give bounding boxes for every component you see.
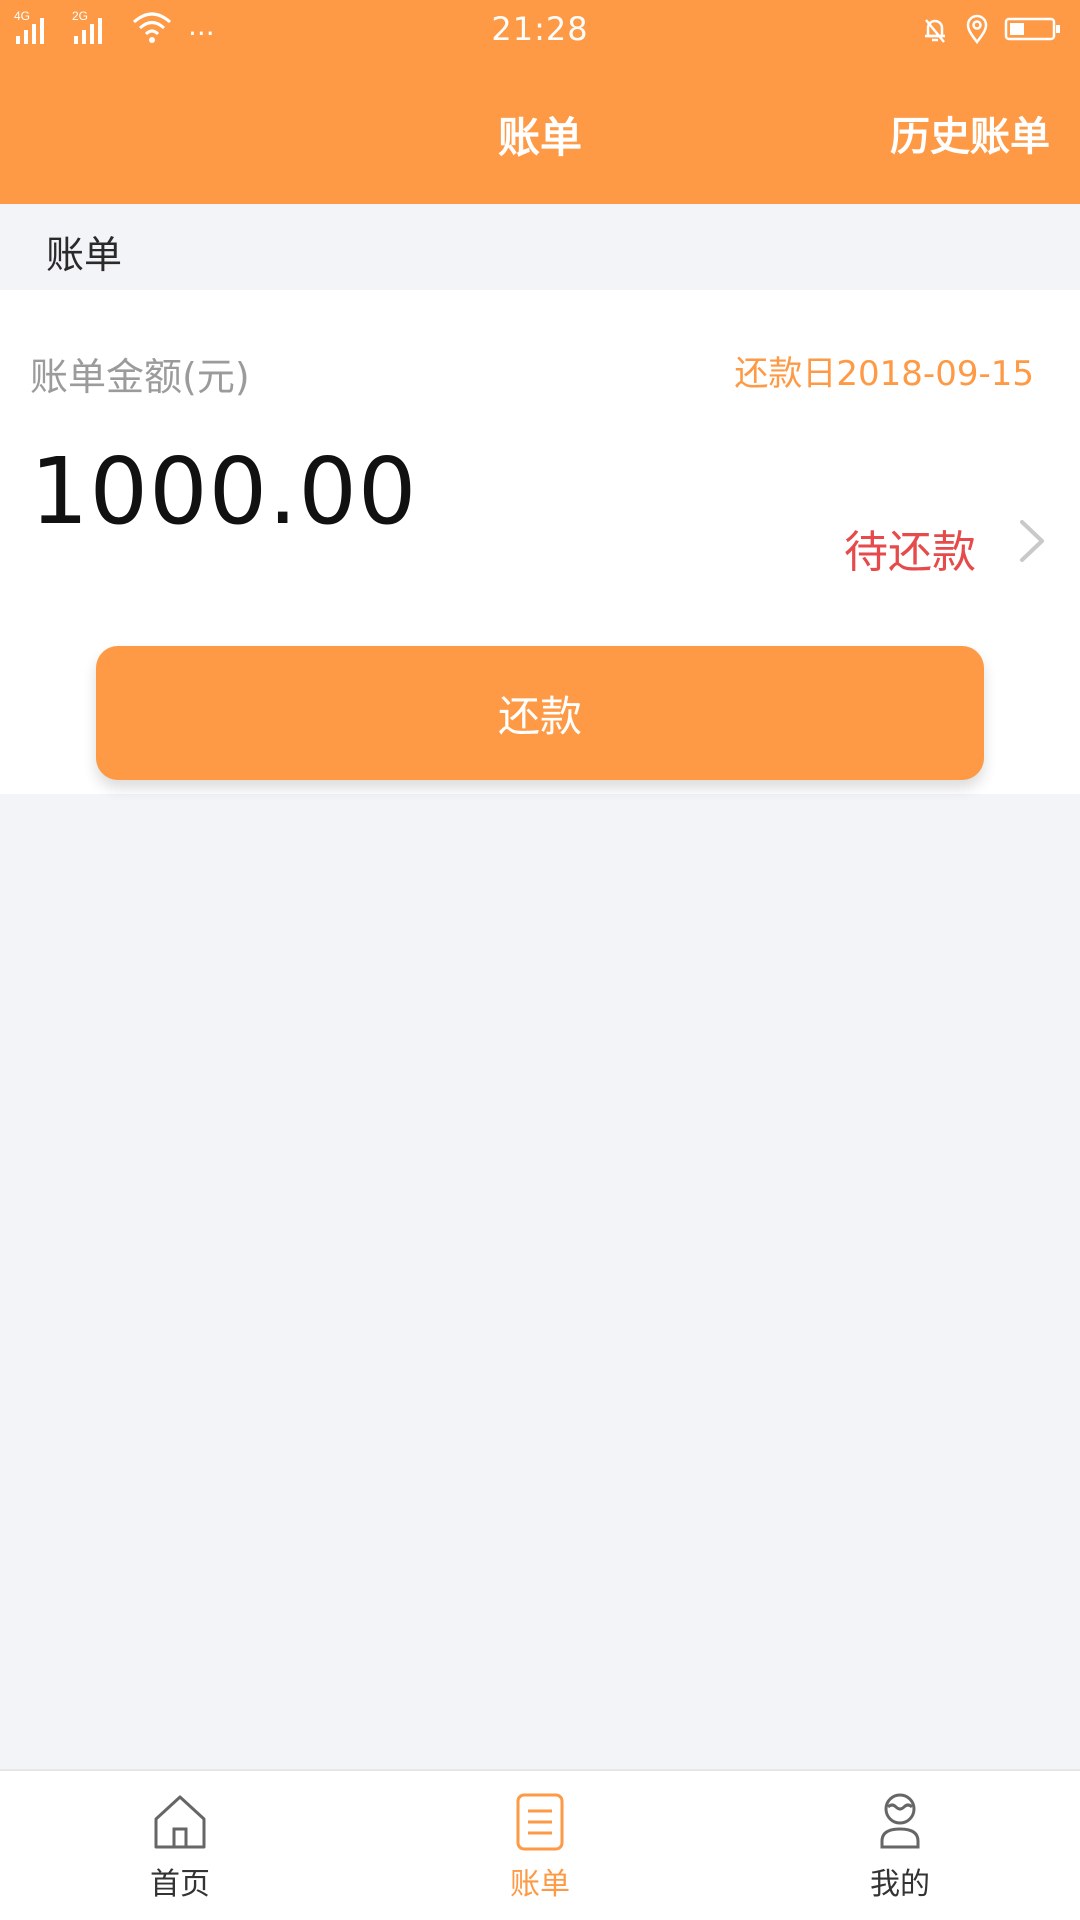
nav-bar: 账单 历史账单	[0, 60, 1080, 204]
tab-bill[interactable]: 账单	[440, 1789, 640, 1909]
status-time: 21:28	[491, 10, 589, 48]
chevron-right-icon[interactable]	[1012, 516, 1052, 566]
bill-icon	[516, 1793, 564, 1851]
bill-card: 账单金额(元) 还款日2018-09-15 1000.00 待还款 还款	[0, 290, 1080, 794]
bill-status[interactable]: 待还款	[844, 516, 976, 580]
tab-home-label: 首页	[150, 1867, 210, 1902]
repayment-date: 还款日2018-09-15	[734, 354, 1034, 394]
top-app-bar: 4G 2G ··· 21:28 账单 历史账单	[0, 0, 1080, 204]
bill-amount: 1000.00	[30, 438, 418, 545]
repay-button[interactable]: 还款	[96, 646, 984, 780]
tab-bill-label: 账单	[510, 1867, 570, 1902]
tab-profile-label: 我的	[870, 1867, 930, 1902]
status-right	[920, 12, 1062, 50]
bill-amount-label: 账单金额(元)	[30, 355, 250, 399]
battery-icon	[1004, 15, 1062, 47]
bottom-tab-bar: 首页 账单 我的	[0, 1769, 1080, 1920]
profile-icon	[880, 1793, 920, 1849]
tab-profile[interactable]: 我的	[800, 1789, 1000, 1909]
home-icon	[154, 1795, 206, 1849]
history-bills-link[interactable]: 历史账单	[890, 104, 1050, 162]
tab-home[interactable]: 首页	[80, 1789, 280, 1909]
status-bar: 4G 2G ··· 21:28	[0, 0, 1080, 60]
section-header: 账单	[0, 204, 1080, 290]
section-title: 账单	[46, 233, 123, 277]
mute-bell-icon	[920, 14, 950, 48]
location-icon	[964, 14, 990, 48]
